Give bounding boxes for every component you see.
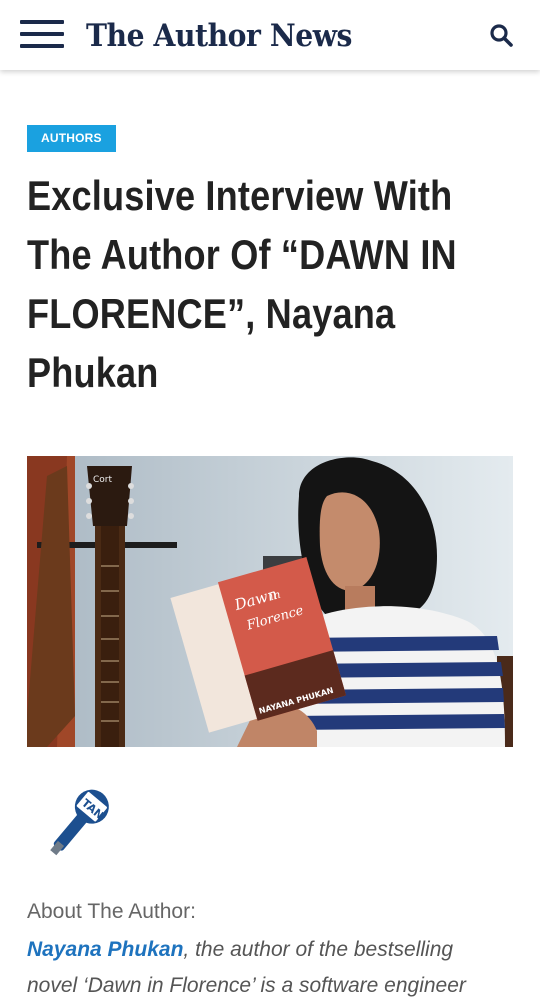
site-logo-text: The Author News (86, 18, 353, 54)
svg-text:Cort: Cort (93, 475, 112, 485)
intro-text-line2: novel ‘Dawn in Florence’ is a software e… (27, 974, 466, 997)
author-name-link[interactable]: Nayana Phukan (27, 938, 183, 961)
site-header: The Author News (0, 0, 540, 70)
category-badge[interactable]: AUTHORS (27, 125, 116, 152)
article-title: Exclusive Interview With The Author Of “… (27, 172, 457, 396)
svg-text:The Author News: The Author News (86, 18, 352, 54)
hamburger-menu-icon[interactable] (20, 20, 64, 48)
about-heading: About The Author: (27, 900, 196, 923)
search-icon[interactable] (488, 22, 514, 48)
author-intro-paragraph: Nayana Phukan, the author of the bestsel… (27, 932, 527, 1004)
intro-text-line1: , the author of the bestselling (183, 938, 454, 961)
site-logo[interactable]: The Author News (86, 13, 356, 67)
microphone-logo-icon: TAN (36, 780, 122, 864)
featured-image: Cort Dawn in Florence NAYANA PHUKAN (27, 456, 513, 747)
